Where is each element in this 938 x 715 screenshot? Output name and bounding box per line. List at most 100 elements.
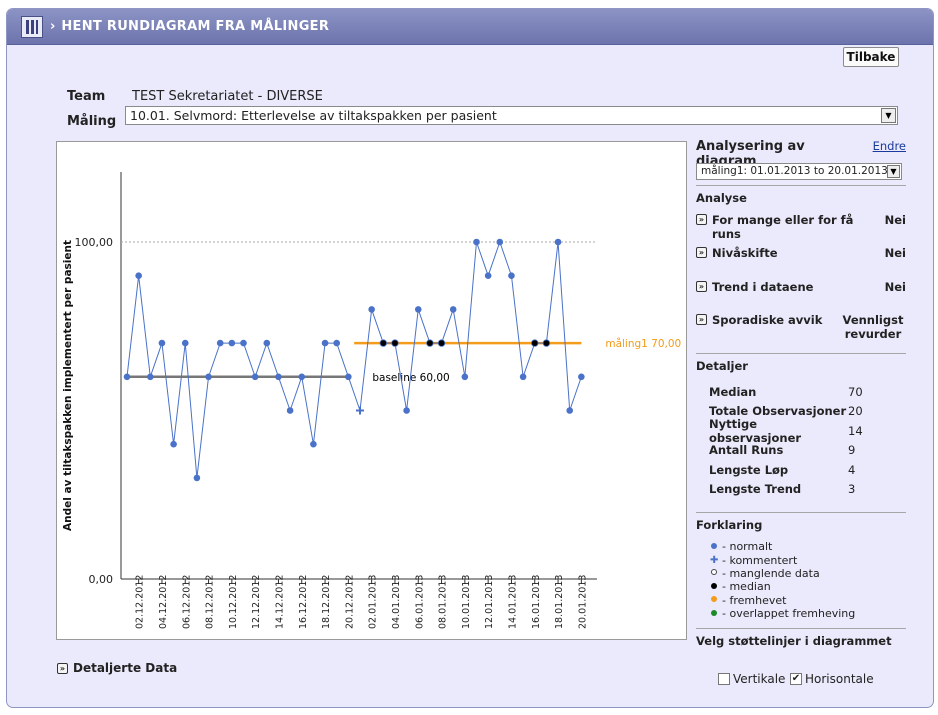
data-point: [321, 339, 329, 347]
chart-svg: 0,00 100,00Andel av tiltakspakken impleme…: [62, 172, 681, 629]
x-tick-label: 08.01.2013: [438, 575, 449, 629]
analysis-row[interactable]: » Trend i dataene Nei: [696, 280, 906, 313]
x-tick-label: 20.01.2013: [577, 575, 588, 629]
period-select[interactable]: måling1: 01.01.2013 to 20.01.2013 ▼: [696, 163, 902, 180]
y-tick-label: 100,00: [75, 236, 114, 249]
data-point: [449, 306, 457, 313]
data-point: [566, 407, 573, 414]
data-point-median: [542, 339, 551, 347]
dot-marker-icon: [710, 542, 718, 552]
title-bar: › HENT RUNDIAGRAM FRA MÅLINGER: [7, 9, 933, 45]
legend-item: - overlappet fremheving: [696, 607, 906, 620]
analysis-label: Trend i dataene: [712, 280, 814, 294]
analysis-result: Nei: [884, 246, 906, 260]
data-point: [461, 373, 469, 381]
reference-line-label: måling1 70,00: [605, 337, 681, 350]
detail-label: Lengste Trend: [709, 482, 802, 497]
detail-value: 3: [848, 482, 856, 497]
analysis-result: Vennligst revurder: [842, 313, 904, 341]
x-tick-label: 14.12.2012: [274, 575, 285, 629]
data-point: [484, 272, 492, 279]
detailed-data-label: Detaljerte Data: [73, 661, 178, 675]
horizontal-lines-checkbox[interactable]: ✔: [790, 673, 802, 685]
vertical-lines-checkbox[interactable]: [718, 673, 730, 685]
x-tick-label: 02.12.2012: [135, 575, 146, 629]
data-point: [345, 373, 352, 381]
analysis-list: » For mange eller for få runs Nei » Nivåskif…: [696, 213, 906, 349]
detail-label: Antall Runs: [709, 443, 784, 458]
horizontal-lines-option[interactable]: ✔ Horisontale: [790, 672, 874, 686]
vertical-lines-option[interactable]: Vertikale: [718, 672, 785, 686]
dot-marker-icon: [710, 568, 718, 578]
x-tick-label: 10.12.2012: [228, 575, 239, 629]
analysis-label: For mange eller for få runs: [712, 213, 854, 241]
maaling-label: Måling: [67, 114, 117, 129]
x-tick-label: 18.12.2012: [321, 575, 332, 629]
analysis-row[interactable]: » Nivåskifte Nei: [696, 246, 906, 280]
data-point: [240, 339, 247, 347]
legend-item: - normalt: [696, 540, 906, 553]
back-button[interactable]: Tilbake: [843, 47, 899, 67]
vertical-lines-label: Vertikale: [733, 672, 786, 686]
data-point: [170, 440, 177, 448]
x-tick-label: 04.01.2013: [391, 575, 402, 629]
double-chevron-down-icon: »: [57, 663, 68, 674]
data-point: [158, 339, 166, 347]
detail-row: Nyttige observasjoner 14: [696, 417, 906, 445]
data-point: [496, 238, 504, 246]
analysis-result: Nei: [884, 280, 906, 294]
data-point: [286, 407, 294, 414]
double-chevron-down-icon: »: [696, 247, 707, 258]
analysis-result: Nei: [884, 213, 906, 227]
data-point: [368, 306, 375, 313]
data-point: [263, 339, 271, 347]
detail-value: 70: [848, 384, 863, 399]
detail-label: Nyttige observasjoner: [709, 416, 802, 445]
maaling-select[interactable]: 10.01. Selvmord: Etterlevelse av tiltaks…: [125, 106, 898, 125]
x-tick-label: 10.01.2013: [461, 575, 472, 629]
data-point: [554, 238, 562, 246]
analysis-row[interactable]: » For mange eller for få runs Nei: [696, 213, 906, 246]
x-tick-label: 06.12.2012: [181, 575, 192, 629]
legend-item: - fremhevet: [696, 594, 906, 607]
double-chevron-down-icon: »: [696, 281, 707, 292]
analysis-label: Sporadiske avvik: [712, 313, 823, 327]
analyse-heading: Analyse: [696, 191, 747, 205]
data-point-median: [391, 339, 399, 347]
double-chevron-down-icon: »: [696, 214, 707, 225]
data-point: [508, 272, 515, 279]
edit-link[interactable]: Endre: [873, 139, 906, 153]
x-tick-label: 18.01.2013: [554, 575, 565, 629]
x-tick-label: 04.12.2012: [158, 575, 169, 629]
x-tick-label: 12.12.2012: [251, 575, 262, 629]
app-icon: [21, 15, 43, 38]
chevron-right-icon: ›: [50, 19, 56, 34]
divider: [696, 512, 906, 513]
legend-label: - normalt: [722, 540, 773, 554]
detail-value: 4: [848, 462, 856, 477]
x-tick-label: 16.01.2013: [531, 575, 542, 629]
plus-marker-icon: ✚: [710, 554, 719, 566]
data-point: [251, 373, 259, 381]
detail-row: Lengste Løp 4: [696, 460, 906, 480]
details-heading: Detaljer: [696, 359, 748, 373]
analysis-row[interactable]: » Sporadiske avvik Vennligst revurder: [696, 313, 906, 349]
x-tick-label: 16.12.2012: [298, 575, 309, 629]
data-point-median: [437, 339, 446, 347]
detail-row: Antall Runs 9: [696, 441, 906, 461]
chevron-down-icon[interactable]: ▼: [887, 165, 900, 178]
data-point: [147, 373, 154, 381]
divider: [696, 353, 906, 354]
divider: [696, 628, 906, 630]
dot-marker-icon: [710, 609, 718, 619]
detailed-data-toggle[interactable]: » Detaljerte Data: [57, 661, 177, 675]
data-point: [519, 373, 527, 381]
detail-value: 9: [848, 443, 856, 458]
legend-list: - normalt ✚ - kommentert - manglende data - …: [696, 540, 906, 620]
data-point: [181, 339, 189, 347]
detail-value: 14: [848, 423, 863, 438]
legend-heading: Forklaring: [696, 518, 763, 532]
chevron-down-icon[interactable]: ▼: [881, 108, 896, 123]
legend-label: - manglende data: [722, 566, 820, 580]
legend-item: - manglende data: [696, 567, 906, 580]
